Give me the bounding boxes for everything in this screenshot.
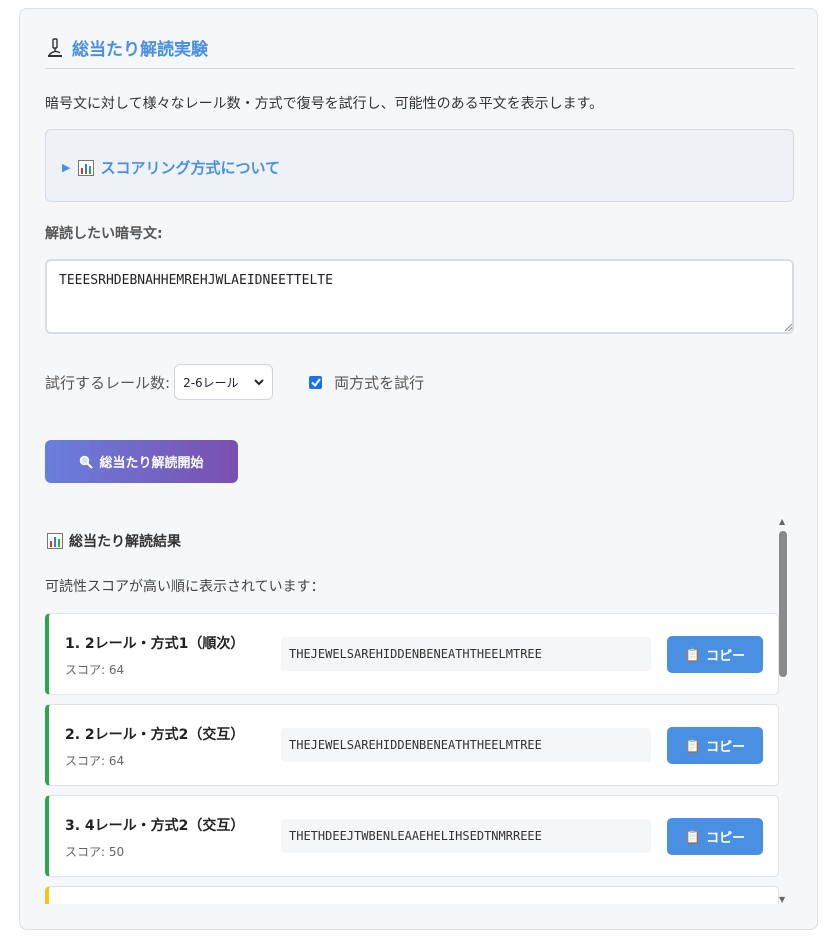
result-plaintext: THETHDEEJTWBENLEAAEHELIHSEDTNMRREEE [281,819,651,853]
cipher-label: 解読したい暗号文: [45,226,163,242]
copy-button[interactable]: 📋 コピー [667,727,763,764]
rail-options-row: 試行するレール数: 2-6レール 両方式を試行 [45,364,424,400]
scroll-thumb[interactable] [779,531,787,677]
experiment-card: 総当たり解読実験 暗号文に対して様々なレール数・方式で復号を試行し、可能性のある… [19,8,818,930]
result-title: 1. 2レール・方式1（順次） [65,636,245,652]
both-methods-option[interactable]: 両方式を試行 [309,372,424,393]
cipher-textarea[interactable]: TEEESRHDEBNAHHEMREHJWLAEIDNEETTELTE [45,259,794,334]
scroll-down-icon[interactable]: ▼ [779,895,785,904]
scoring-details: ▶ スコアリング方式について [45,129,794,202]
chevron-down-icon [254,378,264,385]
result-plaintext: THEJEWELSAREHIDDENBENEATHTHEELMTREE [281,637,651,671]
result-title: 3. 4レール・方式2（交互） [65,818,245,834]
result-title: 2. 2レール・方式2（交互） [65,727,245,743]
copy-button-label: コピー [706,648,746,663]
result-card [45,886,779,904]
rail-count-selected: 2-6レール [183,375,239,390]
checkmark-icon [310,377,321,387]
start-bruteforce-label: 総当たり解読開始 [99,455,204,470]
disclosure-triangle-icon: ▶ [62,161,71,174]
copy-button[interactable]: 📋 コピー [667,636,763,673]
title-divider [45,68,794,69]
rail-count-select[interactable]: 2-6レール [174,364,274,400]
result-score: スコア: 50 [65,845,125,859]
result-score: スコア: 64 [65,663,125,677]
both-methods-label: 両方式を試行 [334,373,425,392]
clipboard-icon: 📋 [684,737,702,753]
clipboard-icon: 📋 [684,828,702,844]
results-panel[interactable]: 総当たり解読結果 可読性スコアが高い順に表示されています： 1. 2レール・方式… [45,509,794,904]
result-card: 2. 2レール・方式2（交互） スコア: 64 THEJEWELSAREHIDD… [45,704,779,786]
results-title: 総当たり解読結果 [47,531,181,551]
bar-chart-icon [78,159,95,176]
results-scrollbar[interactable]: ▲ ▼ [777,517,789,905]
copy-button-label: コピー [706,830,746,845]
magnifier-icon [80,455,94,469]
microscope-icon [48,37,62,57]
page-description: 暗号文に対して様々なレール数・方式で復号を試行し、可能性のある平文を表示します。 [45,96,604,112]
results-subtitle: 可読性スコアが高い順に表示されています： [45,579,325,595]
resize-grip-icon[interactable] [785,324,792,331]
scoring-details-label: スコアリング方式について [100,159,281,177]
result-card: 3. 4レール・方式2（交互） スコア: 50 THETHDEEJTWBENLE… [45,795,779,877]
both-methods-checkbox[interactable] [309,375,323,389]
results-title-text: 総当たり解読結果 [69,534,181,550]
bar-chart-icon [47,533,63,549]
copy-button[interactable]: 📋 コピー [667,818,763,855]
copy-button-label: コピー [706,739,746,754]
scoring-details-summary[interactable]: ▶ スコアリング方式について [62,157,280,178]
rail-count-label: 試行するレール数: [45,373,171,392]
result-score: スコア: 64 [65,754,125,768]
clipboard-icon: 📋 [684,646,702,662]
result-card: 1. 2レール・方式1（順次） スコア: 64 THEJEWELSAREHIDD… [45,613,779,695]
result-plaintext: THEJEWELSAREHIDDENBENEATHTHEELMTREE [281,728,651,762]
page-title: 総当たり解読実験 [46,35,208,60]
page-title-text: 総当たり解読実験 [72,40,208,60]
start-bruteforce-button[interactable]: 総当たり解読開始 [45,440,238,483]
scroll-up-icon[interactable]: ▲ [779,517,785,526]
